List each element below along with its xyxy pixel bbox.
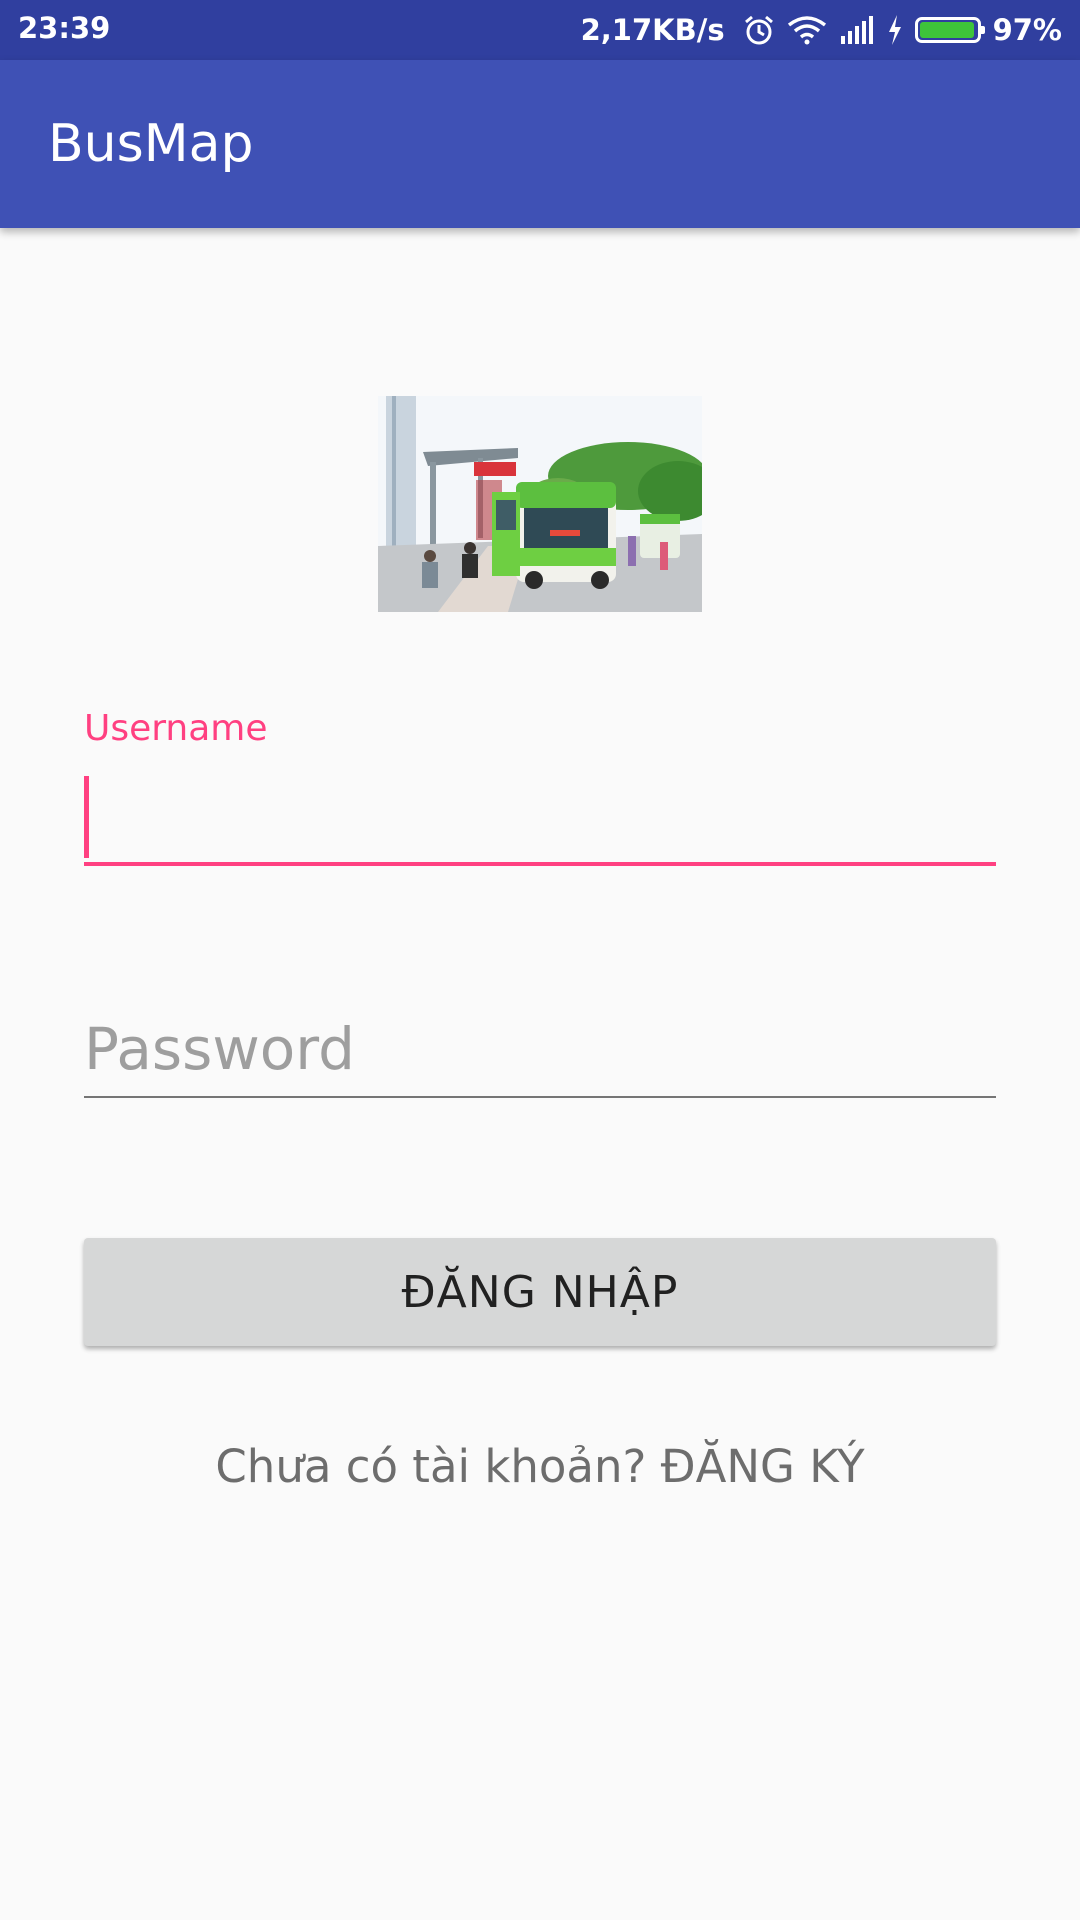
charging-icon (887, 15, 903, 45)
battery-icon (914, 17, 985, 43)
text-cursor (84, 776, 89, 858)
network-speed: 2,17KB/s (580, 13, 725, 47)
status-icons: 2,17KB/s 97% (581, 0, 1062, 60)
battery-percent: 97% (992, 13, 1062, 47)
username-input[interactable] (84, 770, 996, 866)
password-input[interactable] (84, 1002, 996, 1098)
wifi-icon (787, 15, 827, 45)
username-label: Username (84, 708, 268, 749)
login-button[interactable]: ĐĂNG NHẬP (84, 1238, 996, 1346)
app-bar: BusMap (0, 60, 1080, 228)
status-time: 23:39 (18, 11, 111, 45)
alarm-icon (743, 14, 775, 46)
status-bar: 23:39 2,17KB/s 97% (0, 0, 1080, 60)
bus-stop-image (378, 396, 702, 612)
signal-icon (839, 16, 875, 44)
register-link[interactable]: Chưa có tài khoản? ĐĂNG KÝ (0, 1440, 1080, 1493)
app-title: BusMap (48, 114, 254, 174)
